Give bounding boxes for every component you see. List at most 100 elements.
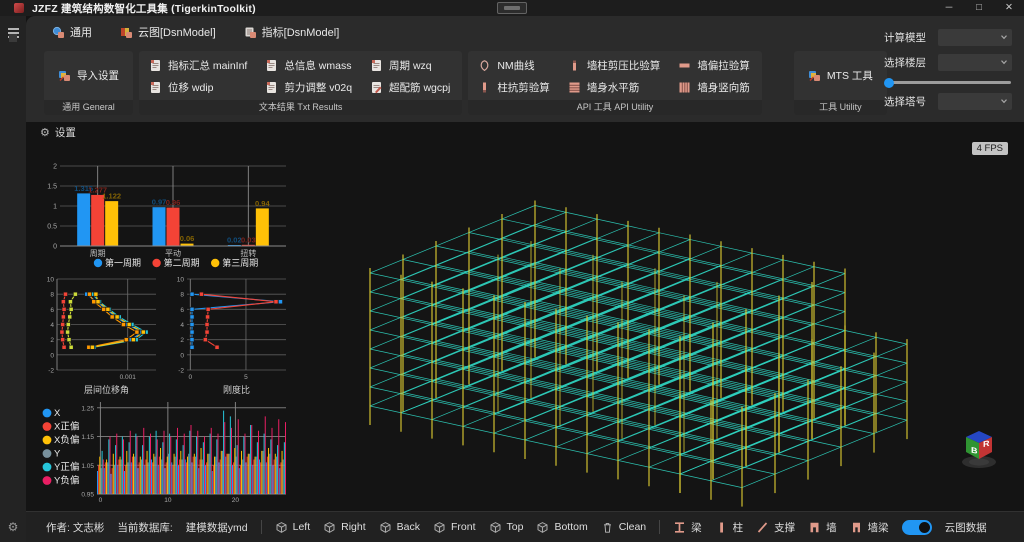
svg-text:B: B bbox=[971, 445, 978, 456]
svg-text:20: 20 bbox=[232, 497, 240, 504]
element-toggle-3[interactable]: 墙 bbox=[808, 520, 837, 535]
ribbon-button[interactable]: 位移 wdip bbox=[149, 80, 247, 95]
view-front-button[interactable]: Front bbox=[433, 521, 476, 534]
wall-tension-icon bbox=[678, 59, 691, 72]
element-toggle-0[interactable]: 梁 bbox=[673, 520, 702, 535]
view-top-button[interactable]: Top bbox=[489, 521, 524, 534]
ribbon-button-label: 柱抗剪验算 bbox=[497, 80, 550, 95]
cube-icon bbox=[489, 521, 502, 534]
minimize-button[interactable]: ─ bbox=[934, 0, 964, 16]
gear-icon[interactable]: ⚙ bbox=[8, 520, 19, 534]
brand-cube-logo: B R bbox=[956, 425, 1002, 474]
settings-button[interactable]: ⚙ 设置 bbox=[40, 125, 76, 140]
clean-button-label: Clean bbox=[619, 521, 646, 533]
settings-label: 设置 bbox=[55, 125, 76, 140]
ribbon-button-label: 剪力调整 v02q bbox=[284, 80, 352, 95]
svg-text:周期: 周期 bbox=[90, 249, 106, 258]
ribbon-button[interactable]: 超配筋 wgcpj bbox=[370, 80, 450, 95]
column-shear-icon bbox=[478, 81, 491, 94]
ribbon-button[interactable]: 导入设置 bbox=[58, 68, 119, 83]
snap-layout-handle[interactable] bbox=[497, 2, 527, 14]
titlebar: JZFZ 建筑结构数智化工具集 (TigerkinToolkit) ─ □ ✕ bbox=[0, 0, 1024, 16]
svg-text:第三周期: 第三周期 bbox=[222, 257, 258, 268]
field-row: 选择塔号 bbox=[884, 93, 1012, 110]
ribbon-button[interactable]: 总信息 wmass bbox=[265, 58, 352, 73]
field-row: 计算模型 bbox=[884, 29, 1012, 46]
svg-text:2: 2 bbox=[180, 337, 184, 344]
svg-text:4: 4 bbox=[180, 322, 184, 329]
ribbon-button-label: 指标汇总 mainInf bbox=[168, 58, 247, 73]
view-right-button-label: Right bbox=[341, 521, 366, 533]
ribbon-button[interactable]: 墙偏拉验算 bbox=[678, 58, 750, 73]
doc-icon bbox=[149, 59, 162, 72]
svg-text:扭转: 扭转 bbox=[240, 248, 256, 258]
ribbon-button[interactable]: 墙柱剪压比验算 bbox=[568, 58, 661, 73]
cloud-data-toggle[interactable] bbox=[902, 520, 932, 535]
fps-badge: 4 FPS bbox=[972, 142, 1008, 155]
svg-text:1.25: 1.25 bbox=[81, 405, 94, 412]
select-2[interactable] bbox=[938, 93, 1012, 110]
ribbon-group-1: 指标汇总 mainInf 总信息 wmass 周期 wzq 位移 wdip 剪力调整 v… bbox=[139, 51, 462, 115]
select-1[interactable] bbox=[938, 54, 1012, 71]
view-right-button[interactable]: Right bbox=[323, 521, 366, 534]
ribbon-button[interactable]: 墙身竖向筋 bbox=[678, 80, 750, 95]
select-0[interactable] bbox=[938, 29, 1012, 46]
ribbon-button[interactable]: 剪力调整 v02q bbox=[265, 80, 352, 95]
svg-text:Y: Y bbox=[54, 449, 61, 460]
svg-text:0.95: 0.95 bbox=[81, 492, 94, 499]
svg-text:2: 2 bbox=[53, 164, 57, 171]
tab-cloudmap-icon bbox=[120, 26, 133, 39]
hamburger-menu-icon[interactable] bbox=[8, 28, 19, 38]
field-label: 选择楼层 bbox=[884, 55, 938, 70]
ribbon-tab-0[interactable]: 通用 bbox=[52, 24, 92, 40]
element-toggle-2[interactable]: 支撑 bbox=[756, 520, 795, 535]
ribbon-tab-2[interactable]: 指标[DsnModel] bbox=[244, 24, 340, 40]
periods-bar-chart: 00.511.52周期1.3151.2771.122平动0.970.960.06… bbox=[40, 160, 292, 272]
ribbon-group-label: API 工具 API Utility bbox=[468, 100, 762, 115]
ribbon-button-label: NM曲线 bbox=[497, 58, 534, 73]
ribbon-button[interactable]: MTS 工具 bbox=[808, 68, 873, 83]
element-toggle-4[interactable]: 墙梁 bbox=[850, 520, 889, 535]
view-left-button-label: Left bbox=[293, 521, 311, 533]
beam-icon bbox=[673, 521, 686, 534]
svg-text:X: X bbox=[54, 408, 61, 419]
wall-vbars-icon bbox=[678, 81, 691, 94]
view-bottom-button-label: Bottom bbox=[554, 521, 587, 533]
separator bbox=[261, 520, 262, 534]
view-bottom-button[interactable]: Bottom bbox=[536, 521, 587, 534]
model-3d-viewport[interactable]: 4 FPS B R bbox=[300, 130, 1024, 510]
cube-icon bbox=[275, 521, 288, 534]
database-label: 当前数据库: bbox=[117, 520, 172, 535]
svg-text:0.06: 0.06 bbox=[180, 234, 195, 243]
svg-text:0: 0 bbox=[180, 352, 184, 359]
stiffness-ratio-chart: -2024681005刚度比 bbox=[170, 274, 292, 396]
ribbon-button[interactable]: 墙身水平筋 bbox=[568, 80, 661, 95]
element-toggle-1[interactable]: 柱 bbox=[715, 520, 744, 535]
ribbon-button[interactable]: NM曲线 bbox=[478, 58, 550, 73]
ribbon-button[interactable]: 指标汇总 mainInf bbox=[149, 58, 247, 73]
ribbon-tab-1[interactable]: 云图[DsnModel] bbox=[120, 24, 216, 40]
column-check-icon bbox=[568, 59, 581, 72]
view-back-button[interactable]: Back bbox=[379, 521, 420, 534]
svg-text:1.5: 1.5 bbox=[47, 184, 57, 191]
app-icon bbox=[14, 3, 24, 13]
ribbon-button-label: 总信息 wmass bbox=[284, 58, 351, 73]
ribbon-button[interactable]: 周期 wzq bbox=[370, 58, 450, 73]
element-toggle-2-label: 支撑 bbox=[774, 520, 795, 535]
ribbon-button-label: 导入设置 bbox=[77, 68, 119, 83]
svg-text:8: 8 bbox=[50, 292, 54, 299]
import-settings-icon bbox=[58, 69, 71, 82]
view-left-button[interactable]: Left bbox=[275, 521, 311, 534]
maximize-button[interactable]: □ bbox=[964, 0, 994, 16]
ribbon-button-label: 周期 wzq bbox=[389, 58, 432, 73]
field-row: 选择楼层 bbox=[884, 54, 1012, 71]
slider-thumb[interactable] bbox=[884, 78, 894, 88]
ribbon-button-label: 墙柱剪压比验算 bbox=[587, 58, 661, 73]
svg-text:0: 0 bbox=[50, 352, 54, 359]
floor-slider[interactable] bbox=[884, 77, 1012, 87]
wall-icon bbox=[808, 521, 821, 534]
clean-button[interactable]: Clean bbox=[601, 521, 646, 534]
ribbon-button[interactable]: 柱抗剪验算 bbox=[478, 80, 550, 95]
close-button[interactable]: ✕ bbox=[994, 0, 1024, 16]
svg-text:0.5: 0.5 bbox=[47, 224, 57, 231]
